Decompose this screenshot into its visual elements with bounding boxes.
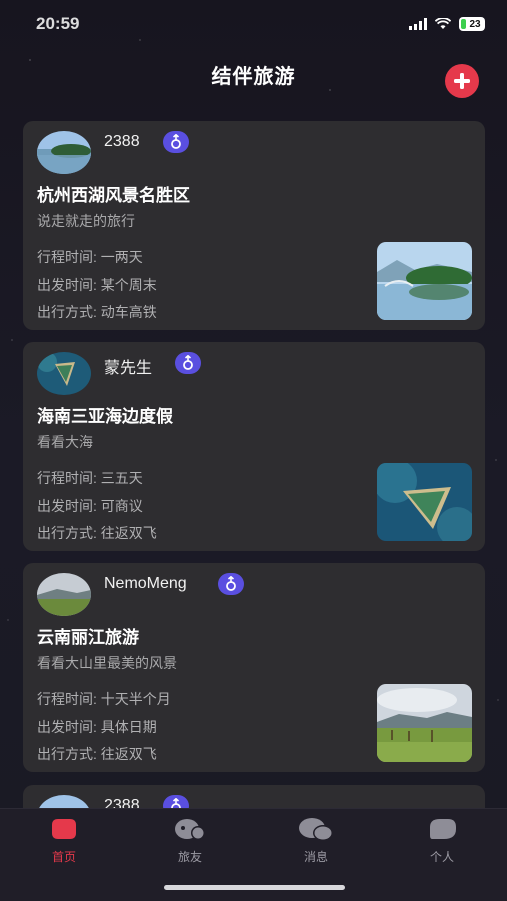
status-icons: 23 — [409, 17, 485, 31]
tab-label: 旅友 — [177, 850, 202, 864]
status-bar: 20:59 23 — [0, 0, 507, 50]
username: 2388 — [104, 133, 140, 150]
male-icon — [163, 131, 189, 153]
tab-label: 个人 — [429, 850, 454, 864]
message-icon — [299, 818, 333, 841]
trip-departure: 出发时间: 可商议 — [37, 498, 143, 514]
trip-subtitle: 看看大海 — [37, 434, 93, 450]
page-title: 结伴旅游 — [211, 66, 296, 88]
trip-departure: 出发时间: 某个周末 — [37, 277, 157, 293]
battery-icon: 23 — [459, 17, 485, 31]
trip-title: 海南三亚海边度假 — [37, 407, 173, 426]
trip-photo[interactable] — [377, 684, 472, 762]
trip-title: 云南丽江旅游 — [37, 628, 139, 647]
signal-icon — [409, 18, 427, 30]
trip-duration: 行程时间: 三五天 — [37, 470, 143, 486]
trip-photo[interactable] — [377, 242, 472, 320]
username: 蒙先生 — [104, 360, 153, 377]
tab-home[interactable]: 首页 — [1, 809, 127, 869]
avatar[interactable] — [37, 352, 91, 395]
trip-card[interactable]: 蒙先生 海南三亚海边度假 看看大海 行程时间: 三五天 出发时间: 可商议 出行… — [23, 342, 485, 551]
battery-level: 23 — [469, 18, 481, 30]
add-trip-button[interactable] — [445, 64, 479, 98]
tab-messages[interactable]: 消息 — [253, 809, 379, 869]
avatar[interactable] — [37, 573, 91, 616]
tab-label: 消息 — [303, 850, 328, 864]
profile-icon — [430, 819, 456, 839]
home-icon — [52, 819, 76, 839]
friends-icon — [175, 819, 205, 840]
status-time: 20:59 — [36, 14, 80, 33]
tab-friends[interactable]: 旅友 — [127, 809, 253, 869]
plus-icon — [454, 73, 470, 89]
trip-transport: 出行方式: 动车高铁 — [37, 304, 157, 320]
trip-transport: 出行方式: 往返双飞 — [37, 525, 157, 541]
trip-subtitle: 看看大山里最美的风景 — [37, 655, 177, 671]
trip-transport: 出行方式: 往返双飞 — [37, 746, 157, 762]
trip-duration: 行程时间: 十天半个月 — [37, 691, 171, 707]
trip-photo[interactable] — [377, 463, 472, 541]
username: NemoMeng — [104, 575, 187, 592]
trip-title: 杭州西湖风景名胜区 — [37, 186, 190, 205]
tab-profile[interactable]: 个人 — [379, 809, 505, 869]
trip-departure: 出发时间: 具体日期 — [37, 719, 157, 735]
wifi-icon — [435, 18, 451, 29]
trip-subtitle: 说走就走的旅行 — [37, 213, 135, 229]
trip-duration: 行程时间: 一两天 — [37, 249, 143, 265]
male-icon — [175, 352, 201, 374]
avatar[interactable] — [37, 131, 91, 174]
trip-card[interactable]: NemoMeng 云南丽江旅游 看看大山里最美的风景 行程时间: 十天半个月 出… — [23, 563, 485, 772]
trip-card[interactable]: 2388 杭州西湖风景名胜区 说走就走的旅行 行程时间: 一两天 出发时间: 某… — [23, 121, 485, 330]
home-indicator[interactable] — [164, 885, 345, 890]
tab-label: 首页 — [51, 850, 76, 864]
male-icon — [218, 573, 244, 595]
